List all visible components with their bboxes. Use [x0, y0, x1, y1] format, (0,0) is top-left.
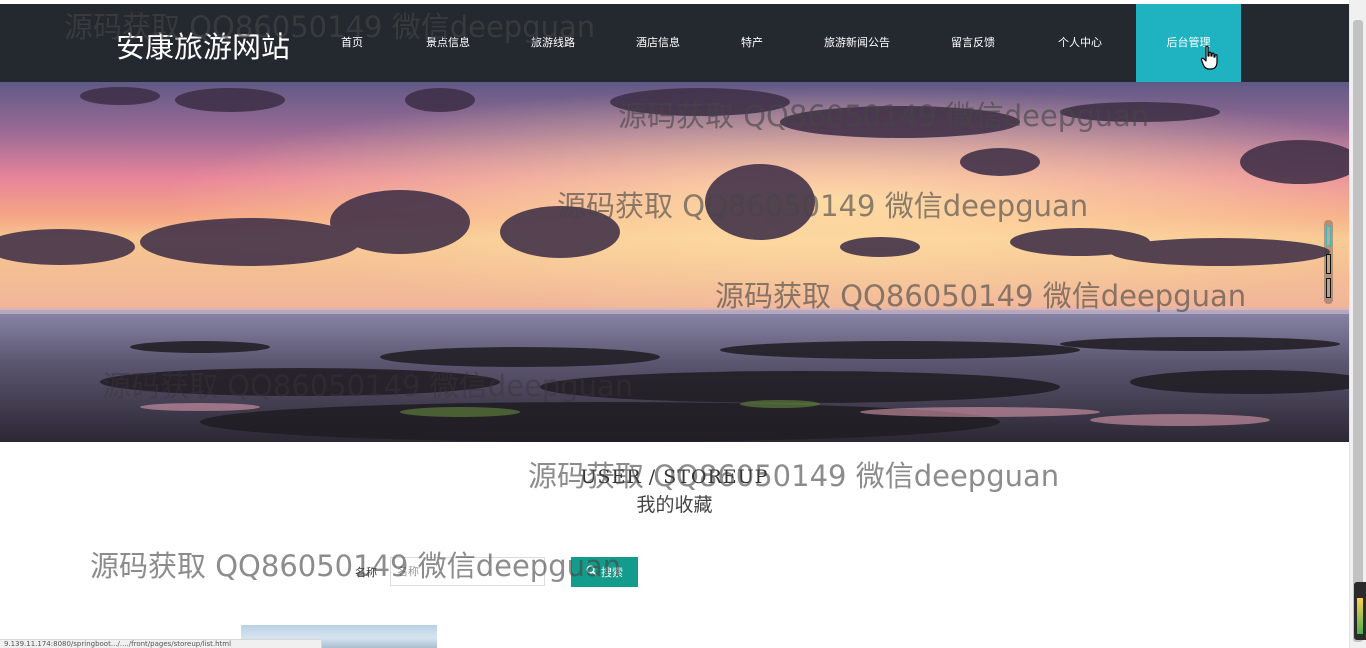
nav-item-feedback[interactable]: 留言反馈: [937, 4, 1009, 82]
volume-level: [1357, 598, 1363, 634]
slider-bar-3[interactable]: [1326, 278, 1331, 298]
search-icon: [586, 565, 597, 579]
section-title-cn: 我的收藏: [636, 494, 713, 516]
search-button[interactable]: 搜索: [571, 557, 638, 587]
status-bar-url: 9.139.11.174:8080/springboot.../..../fro…: [0, 639, 322, 648]
nav-item-home[interactable]: 首页: [326, 4, 378, 82]
section-title-en: USER / STOREUP: [580, 466, 769, 488]
scrollbar-thumb[interactable]: [1353, 20, 1363, 642]
sunset-beach-image: [0, 82, 1349, 442]
nav-item-news[interactable]: 旅游新闻公告: [808, 4, 906, 82]
hero-banner: [0, 82, 1349, 442]
site-header: 安康旅游网站 首页 景点信息 旅游线路 酒店信息 特产 旅游新闻公告 留言反馈 …: [0, 4, 1349, 82]
slider-bar-2[interactable]: [1326, 254, 1331, 274]
main-nav: 首页 景点信息 旅游线路 酒店信息 特产 旅游新闻公告 留言反馈 个人中心 后台…: [0, 4, 1349, 82]
nav-item-attractions[interactable]: 景点信息: [412, 4, 484, 82]
search-input[interactable]: [390, 557, 545, 586]
side-slider-widget[interactable]: [1324, 220, 1333, 304]
nav-item-personal-center[interactable]: 个人中心: [1044, 4, 1116, 82]
volume-meter-widget: [1354, 582, 1366, 640]
page-scrollbar[interactable]: [1349, 0, 1366, 648]
search-button-label: 搜索: [601, 566, 623, 579]
nav-item-specialties[interactable]: 特产: [727, 4, 777, 82]
search-label: 名称: [355, 566, 377, 579]
slider-bar-1[interactable]: [1326, 226, 1331, 246]
nav-item-hotels[interactable]: 酒店信息: [622, 4, 694, 82]
nav-item-routes[interactable]: 旅游线路: [517, 4, 589, 82]
nav-item-admin[interactable]: 后台管理: [1136, 4, 1241, 82]
hand-cursor-icon: [1200, 45, 1218, 70]
